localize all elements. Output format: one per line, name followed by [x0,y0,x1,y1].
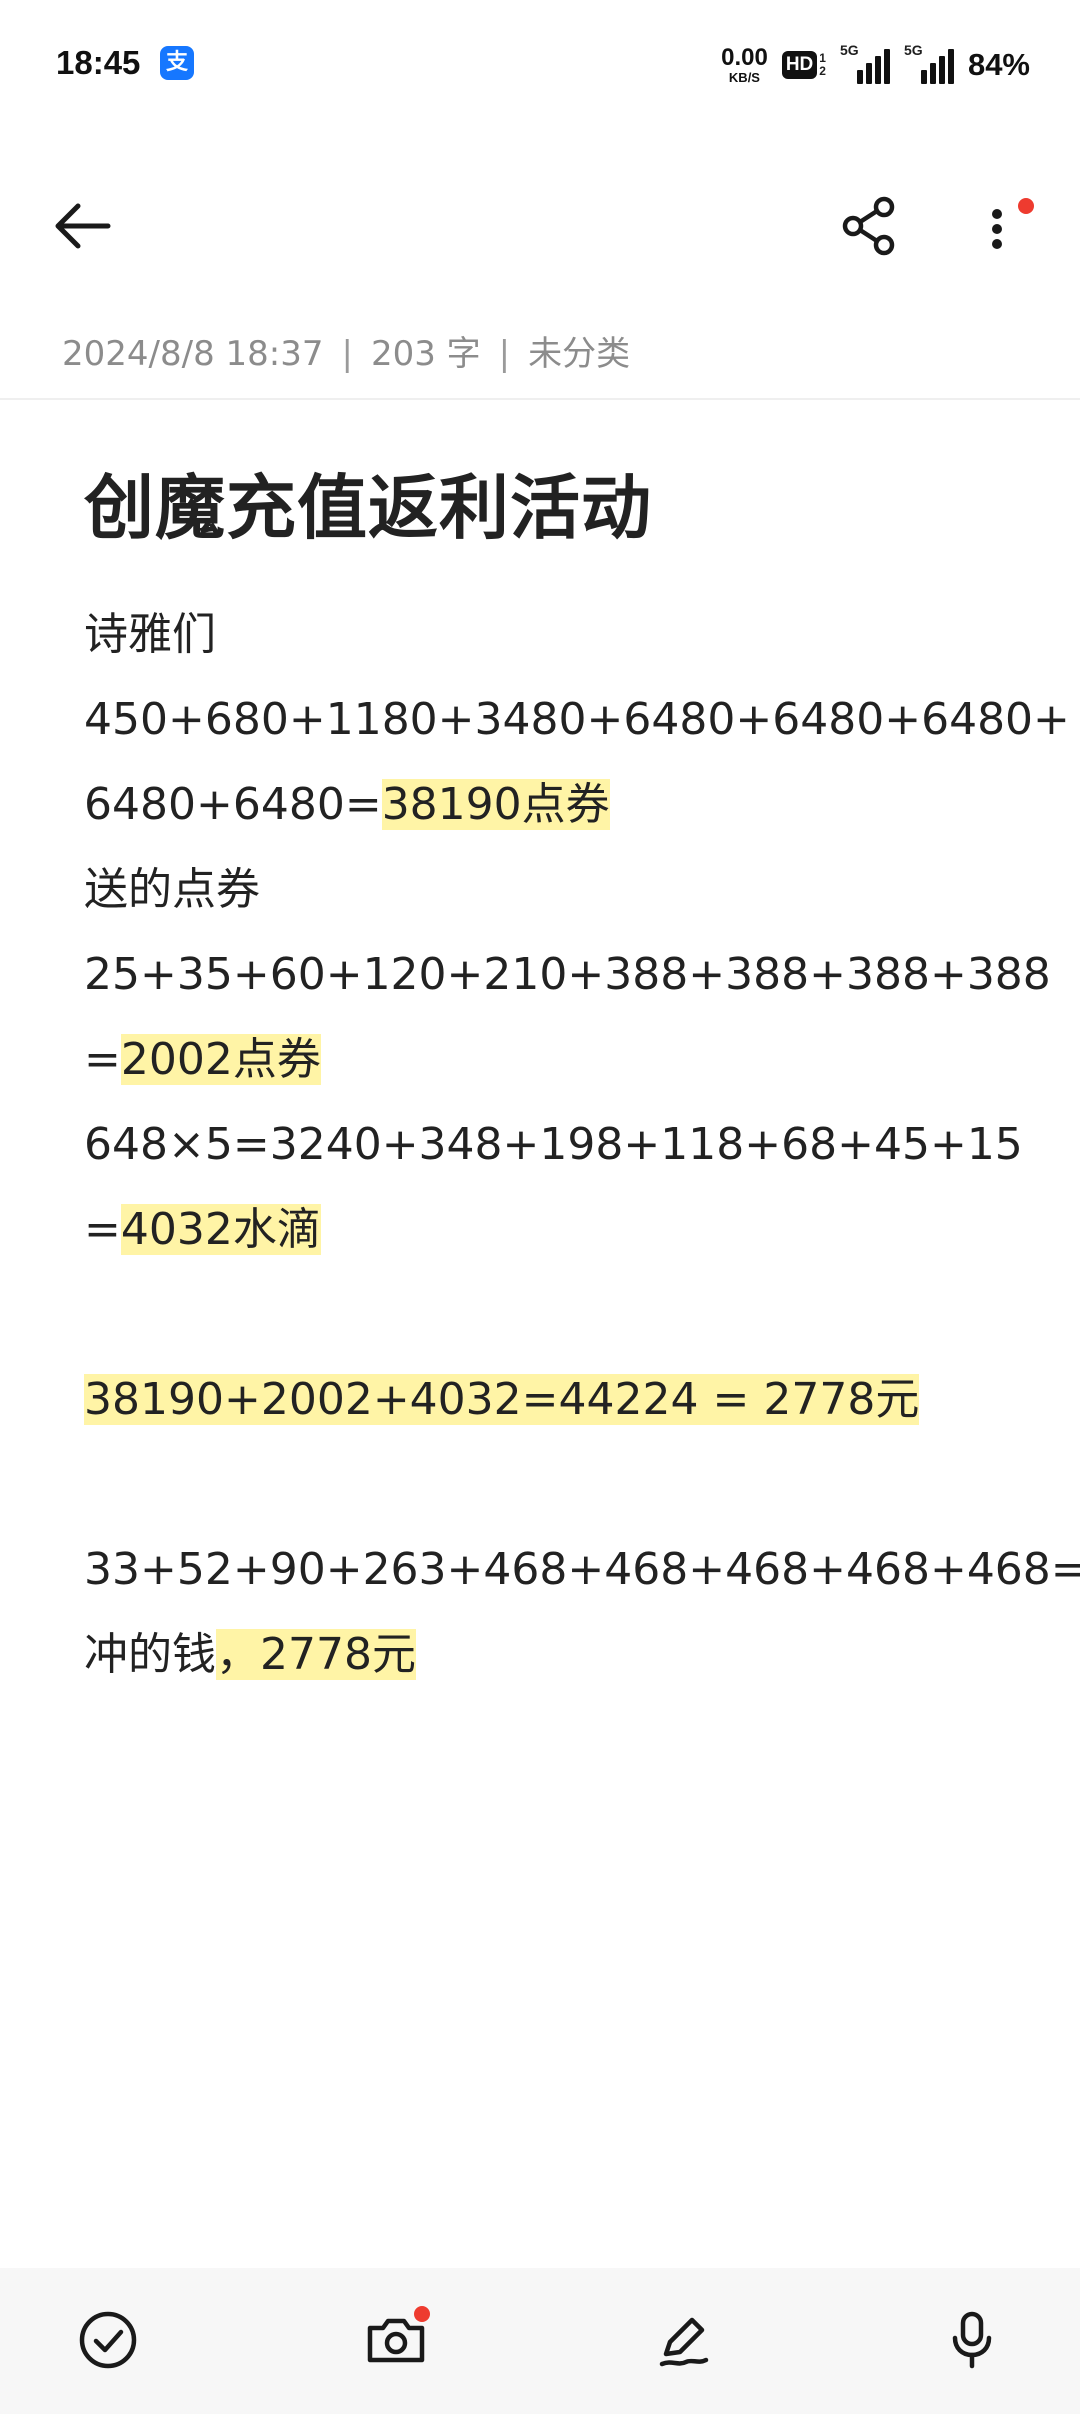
network-speed: 0.00 KB/S [721,44,768,85]
note-line-empty [84,1272,1004,1357]
signal-sim2-label: 5G [903,42,923,58]
voice-input-button[interactable] [934,2302,1010,2378]
alipay-notification-icon: 支 [160,46,194,80]
arrow-left-icon [55,203,111,249]
note-line-empty [84,1442,1004,1527]
hd-voice-icon: HD 1 2 [781,51,826,79]
note-line: 诗雅们 [84,609,216,660]
bottom-action-bar [0,2268,1080,2414]
status-bar: 18:45 支 0.00 KB/S HD 1 2 5G 5G 84% [0,0,1080,130]
note-line: 38190+2002+4032=44224 = 2778元 [84,1357,1004,1442]
highlighted-text: 4032水滴 [120,1204,321,1255]
signal-sim1-label: 5G [839,42,859,58]
hd-label: HD [781,51,818,79]
note-body[interactable]: 诗雅们 450+680+1180+3480+6480+6480+6480+ 64… [84,592,1080,1697]
note-meta: 2024/8/8 18:37 | 203 字 | 未分类 [62,326,630,375]
note-line: 25+35+60+120+210+388+388+388+388 [84,949,1051,1000]
share-button[interactable] [838,194,902,258]
note-line: =4032水滴 [84,1204,321,1255]
status-time: 18:45 [56,44,141,81]
network-speed-unit: KB/S [728,70,760,85]
highlighted-text: 38190+2002+4032=44224 = 2778元 [84,1374,920,1425]
check-circle-icon [79,2311,137,2369]
note-line: 648×5=3240+348+198+118+68+45+15 [84,1119,1023,1170]
meta-separator: | [498,334,511,374]
highlighted-text: 2002点券 [120,1034,321,1085]
status-indicators: 0.00 KB/S HD 1 2 5G 5G 84% [721,40,1030,90]
pen-icon [659,2317,709,2367]
note-title[interactable]: 创魔充值返利活动 [84,452,652,553]
header-divider [0,398,1080,400]
hd-sim-bottom: 2 [819,64,826,78]
signal-sim2-icon: 5G [904,42,954,84]
note-category[interactable]: 未分类 [528,334,630,374]
more-options-button[interactable] [970,194,1034,260]
note-line: =2002点券 [84,1034,321,1085]
battery-level: 84% [967,47,1030,82]
signal-sim1-icon: 5G [840,42,890,84]
highlighted-text: 38190点券 [381,779,610,830]
network-speed-value: 0.00 [721,44,768,71]
note-line: 冲的钱，2778元 [84,1629,416,1680]
microphone-icon [952,2311,992,2369]
note-line: 6480+6480=38190点券 [84,779,610,830]
handwriting-button[interactable] [646,2302,722,2378]
notification-dot [414,2306,430,2322]
checklist-button[interactable] [70,2302,146,2378]
note-line: 450+680+1180+3480+6480+6480+6480+ [84,694,1070,745]
camera-button[interactable] [358,2302,434,2378]
note-date: 2024/8/8 18:37 [62,334,324,374]
note-line: 33+52+90+263+468+468+468+468+468= [84,1544,1080,1595]
highlighted-text: ，2778元 [216,1629,416,1680]
note-word-count: 203 字 [370,334,481,374]
note-toolbar [0,180,1080,270]
notification-dot [1018,198,1034,214]
note-line: 送的点券 [84,864,260,915]
back-button[interactable] [50,198,120,254]
share-icon [842,196,895,256]
meta-separator: | [341,334,353,374]
